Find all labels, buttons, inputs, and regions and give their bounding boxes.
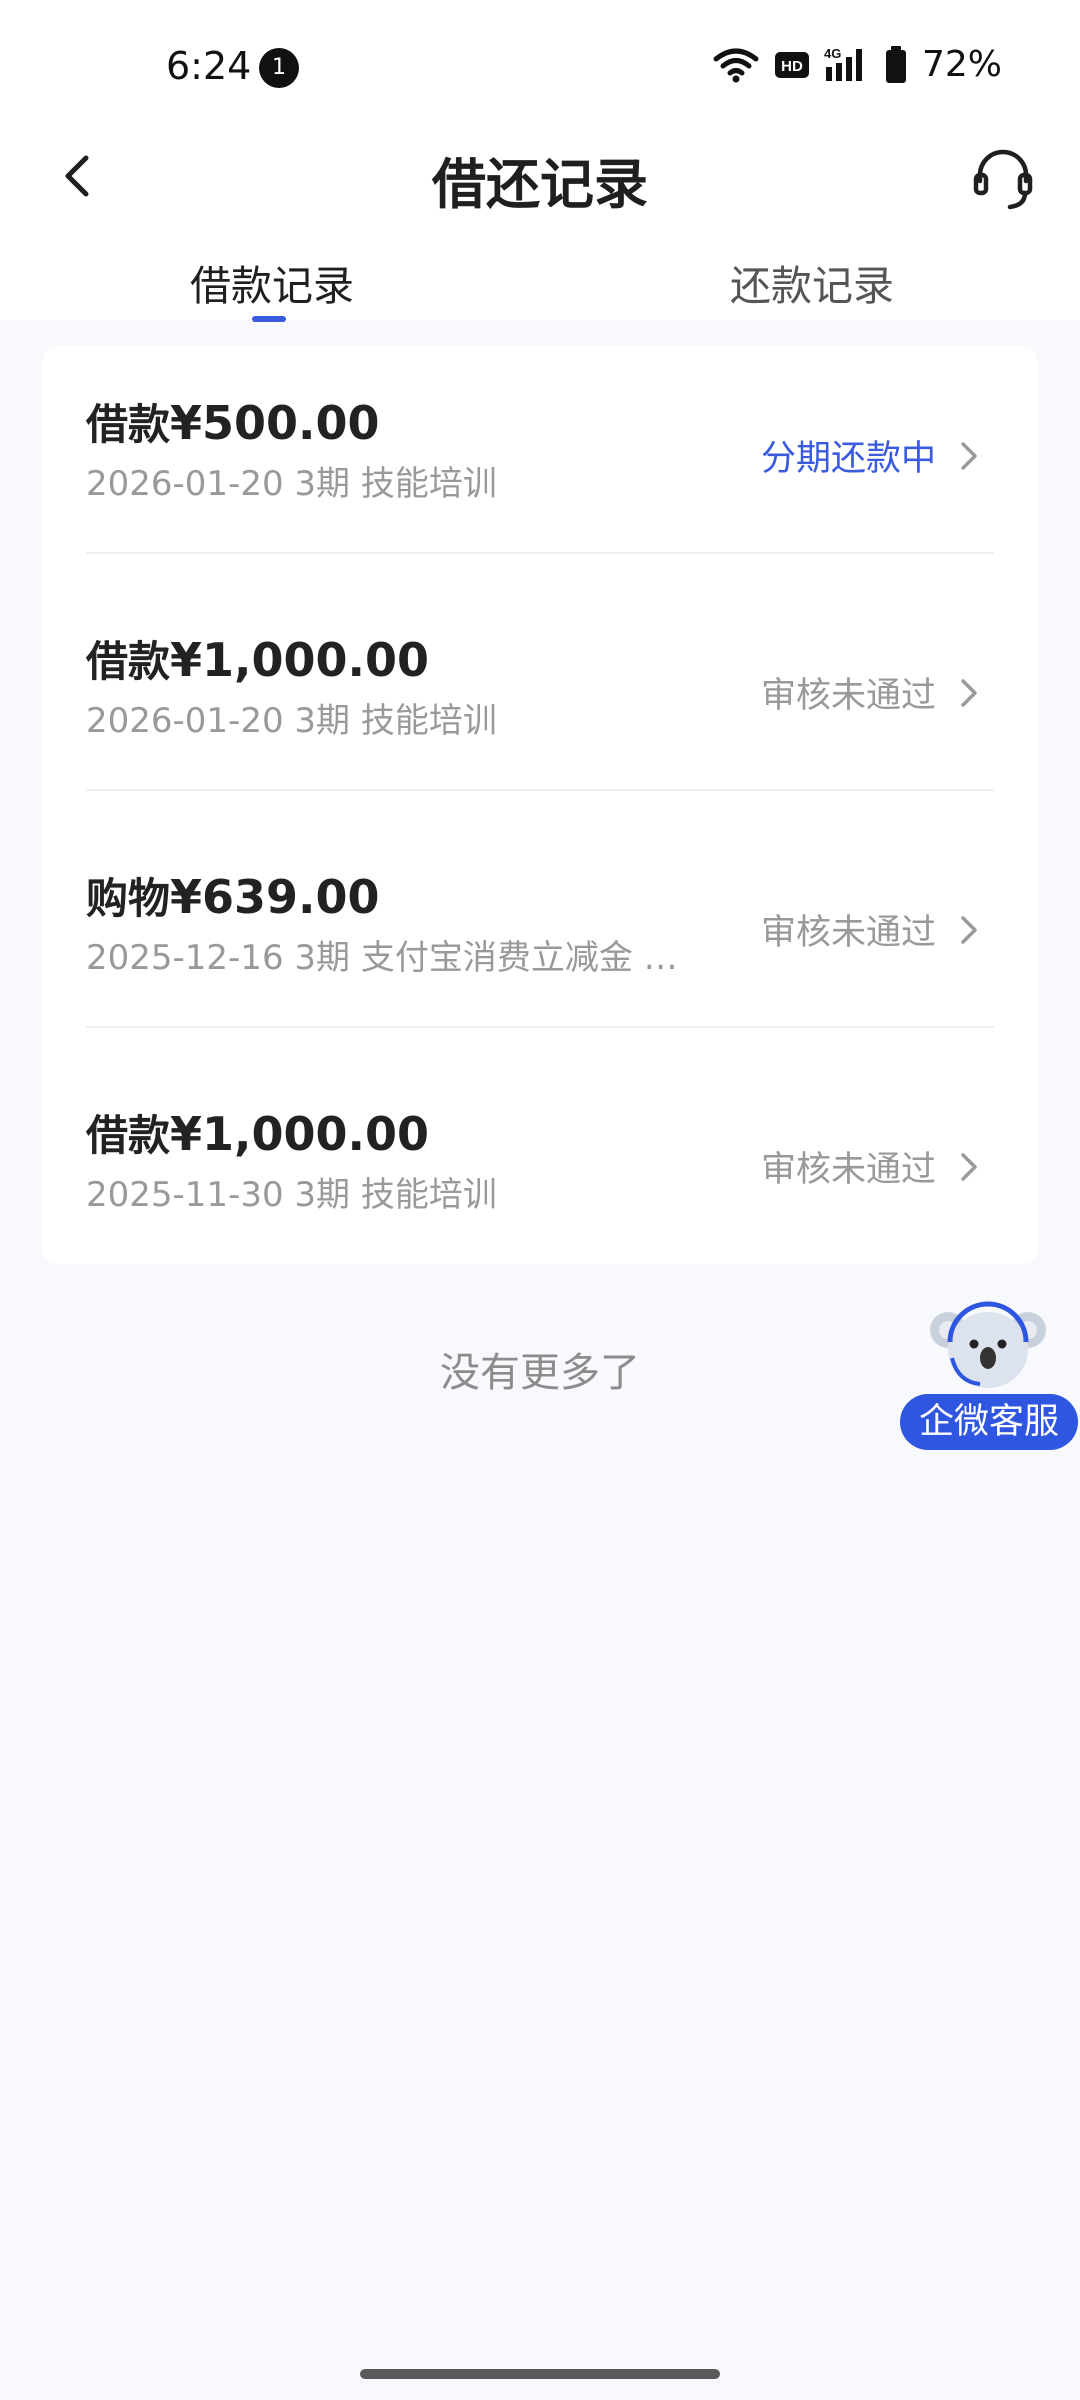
- record-subtitle: 2026-01-20 3期 技能培训: [86, 701, 497, 741]
- record-type: 借款: [86, 637, 171, 686]
- list-item[interactable]: 购物¥639.00 2025-12-16 3期 支付宝消费立减金 消… 审核未通…: [86, 820, 994, 1057]
- list-item[interactable]: 借款¥1,000.00 2026-01-20 3期 技能培训 审核未通过: [86, 583, 994, 820]
- record-title: 借款¥500.00: [86, 391, 380, 452]
- wecom-service-float-button[interactable]: 企微客服: [898, 1298, 1080, 1454]
- wifi-icon: [712, 45, 760, 85]
- record-amount: ¥1,000.00: [170, 633, 430, 687]
- list-item[interactable]: 借款¥500.00 2026-01-20 3期 技能培训 分期还款中: [86, 346, 994, 583]
- status-label: 审核未通过: [760, 1150, 936, 1190]
- record-title: 借款¥1,000.00: [86, 628, 429, 689]
- record-type: 购物: [86, 874, 171, 923]
- record-title: 借款¥1,000.00: [86, 1102, 429, 1163]
- active-tab-indicator: [252, 316, 286, 322]
- koala-mascot-icon: [930, 1301, 1046, 1388]
- record-amount: ¥1,000.00: [170, 1107, 430, 1161]
- page-title: 借还记录: [432, 153, 648, 216]
- hd-icon: HD: [774, 50, 810, 80]
- loan-records-list: 借款¥500.00 2026-01-20 3期 技能培训 分期还款中 借款¥1,…: [42, 346, 1038, 1264]
- record-subtitle: 2025-11-30 3期 技能培训: [86, 1175, 497, 1215]
- status-icons: HD 4G 72%: [712, 44, 1002, 85]
- chevron-right-icon: [961, 1153, 977, 1181]
- home-indicator[interactable]: [360, 2369, 720, 2379]
- notification-badge: 1: [259, 48, 299, 88]
- divider: [86, 552, 994, 554]
- record-subtitle: 2025-12-16 3期 支付宝消费立减金 消…: [86, 938, 696, 978]
- chevron-right-icon: [961, 679, 977, 707]
- svg-text:4G: 4G: [824, 46, 841, 61]
- record-amount: ¥500.00: [170, 396, 380, 450]
- signal-4g-icon: 4G: [824, 45, 870, 85]
- chevron-right-icon: [961, 916, 977, 944]
- chevron-right-icon: [961, 442, 977, 470]
- status-label: 审核未通过: [760, 913, 936, 953]
- svg-text:HD: HD: [781, 58, 803, 75]
- record-type: 借款: [86, 1111, 171, 1160]
- status-bar: 6:24 1 HD 4G 72%: [0, 0, 1080, 136]
- tab-loan-records[interactable]: 借款记录: [190, 252, 354, 312]
- record-type: 借款: [86, 400, 171, 449]
- status-label: 分期还款中: [760, 439, 936, 479]
- status-label: 审核未通过: [760, 676, 936, 716]
- tab-repayment-records[interactable]: 还款记录: [730, 252, 894, 312]
- list-item[interactable]: 借款¥1,000.00 2025-11-30 3期 技能培训 审核未通过: [86, 1057, 994, 1294]
- status-time: 6:24: [166, 44, 252, 88]
- divider: [86, 1026, 994, 1028]
- record-amount: ¥639.00: [170, 870, 380, 924]
- divider: [86, 789, 994, 791]
- battery-icon: [884, 45, 908, 85]
- wecom-service-label: 企微客服: [900, 1394, 1078, 1450]
- battery-percent: 72%: [921, 44, 1002, 85]
- headset-icon: [973, 149, 1033, 210]
- record-title: 购物¥639.00: [86, 865, 380, 926]
- customer-service-button[interactable]: [970, 145, 1036, 211]
- record-subtitle: 2026-01-20 3期 技能培训: [86, 464, 497, 504]
